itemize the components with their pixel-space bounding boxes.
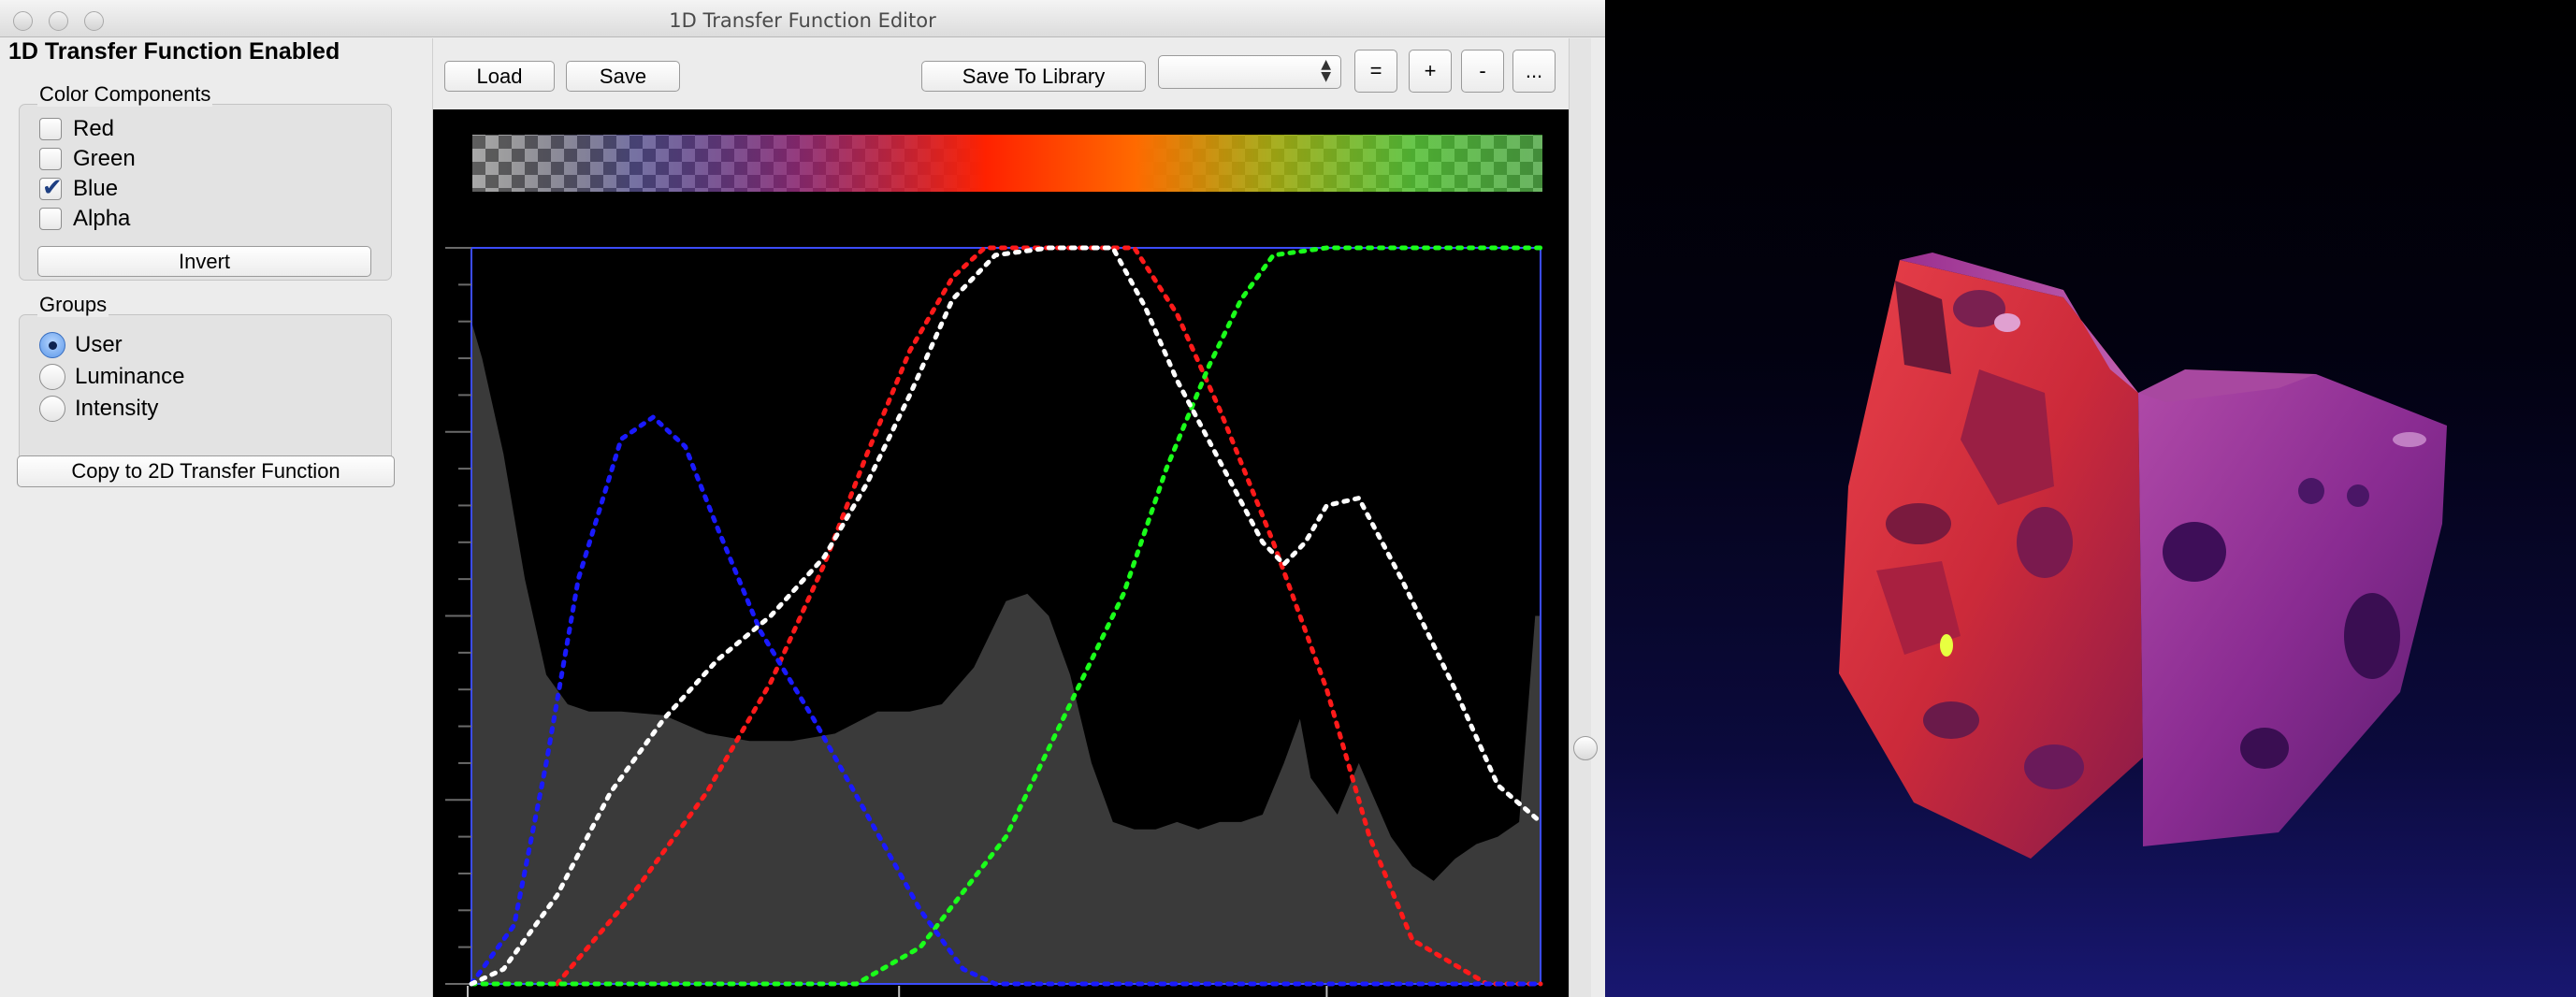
transfer-function-status-label: 1D Transfer Function Enabled (8, 38, 340, 65)
green-checkbox-label: Green (73, 146, 136, 171)
volume-render-view[interactable] (1605, 0, 2576, 997)
save-button[interactable]: Save (566, 61, 680, 92)
color-components-title: Color Components (37, 82, 213, 107)
save-to-library-button[interactable]: Save To Library (921, 61, 1146, 92)
blue-checkbox-label: Blue (73, 176, 119, 201)
user-radio-row[interactable]: User (39, 331, 123, 359)
intensity-radio[interactable] (39, 396, 65, 422)
equal-button[interactable]: = (1354, 50, 1397, 93)
green-checkbox[interactable] (39, 148, 62, 170)
red-checkbox-label: Red (73, 116, 115, 141)
color-preview-bar (472, 135, 1542, 192)
vertical-scrollbar[interactable] (1569, 38, 1591, 997)
editor-area: Load Save Save To Library ▲ ▼ = + - ... (432, 38, 1569, 997)
add-point-button[interactable]: + (1409, 50, 1452, 93)
copy-to-2d-button[interactable]: Copy to 2D Transfer Function (17, 455, 395, 487)
window-titlebar[interactable]: 1D Transfer Function Editor (0, 0, 1605, 37)
remove-point-button[interactable]: - (1461, 50, 1504, 93)
load-button[interactable]: Load (444, 61, 555, 92)
user-radio[interactable] (39, 332, 65, 358)
left-panel: 1D Transfer Function Enabled Color Compo… (0, 38, 432, 997)
red-checkbox-row[interactable]: Red (39, 115, 114, 143)
alpha-checkbox-row[interactable]: Alpha (39, 205, 130, 233)
transfer-function-canvas[interactable] (433, 109, 1569, 997)
intensity-radio-label: Intensity (75, 396, 159, 421)
splitter-handle[interactable] (1573, 736, 1598, 760)
blue-checkbox-row[interactable]: Blue (39, 174, 119, 203)
transfer-function-editor-window: 1D Transfer Function Editor 1D Transfer … (0, 0, 1605, 997)
invert-button[interactable]: Invert (37, 246, 371, 277)
library-select[interactable]: ▲ ▼ (1158, 55, 1341, 89)
luminance-radio-row[interactable]: Luminance (39, 363, 184, 391)
alpha-checkbox-label: Alpha (73, 206, 131, 231)
luminance-radio[interactable] (39, 364, 65, 390)
more-options-button[interactable]: ... (1512, 50, 1556, 93)
groups-title: Groups (37, 293, 109, 317)
red-checkbox[interactable] (39, 118, 62, 140)
intensity-radio-row[interactable]: Intensity (39, 395, 158, 423)
blue-checkbox[interactable] (39, 174, 63, 202)
window-title: 1D Transfer Function Editor (669, 9, 936, 32)
alpha-checkbox[interactable] (39, 208, 62, 230)
updown-arrows-icon: ▲ ▼ (1321, 57, 1331, 84)
user-radio-label: User (75, 332, 123, 357)
luminance-radio-label: Luminance (75, 364, 185, 389)
rendered-engine-block (1839, 253, 2447, 859)
green-checkbox-row[interactable]: Green (39, 145, 136, 173)
